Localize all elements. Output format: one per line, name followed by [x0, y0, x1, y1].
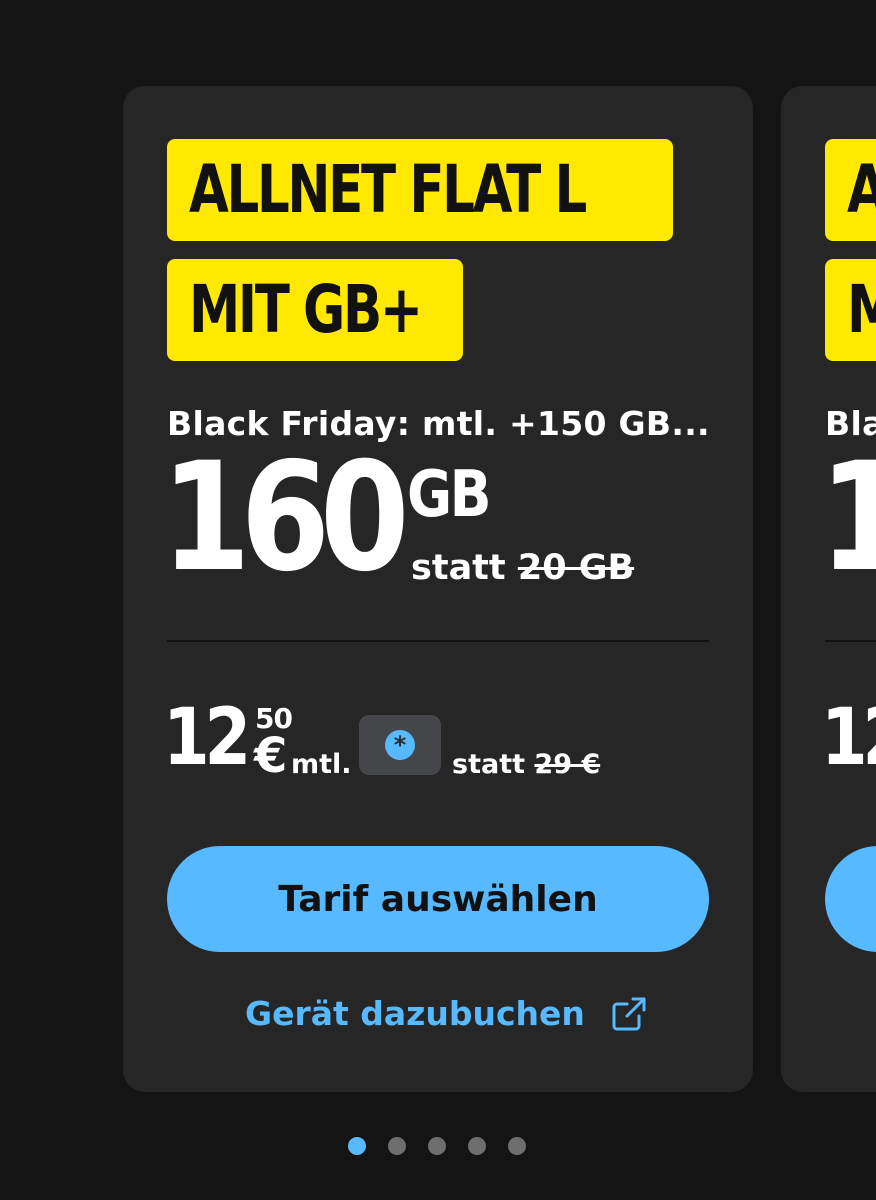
tariff-subtitle-badge: MIT GB+ [167, 259, 463, 361]
carousel-pagination [348, 1137, 526, 1155]
pagination-dot[interactable] [508, 1137, 526, 1155]
data-old-amount: statt 20 GB [411, 548, 634, 588]
tariff-title-line2: MIT GB+ [189, 271, 423, 348]
tariff-title-line1: ALLNET FLAT L [189, 151, 587, 228]
price-period: mtl. [291, 749, 352, 780]
add-device-link[interactable]: Gerät dazubuchen [245, 994, 647, 1033]
asterisk-icon: * [385, 730, 415, 760]
price-old: statt 29 € [452, 749, 600, 780]
next-data-amount: 1 [819, 438, 876, 598]
tariff-carousel[interactable]: ALLNET FLAT L MIT GB+ Black Friday: mtl.… [0, 0, 876, 1200]
price-statt-label: statt [452, 749, 526, 780]
next-tariff-subtitle-badge: M [825, 259, 876, 361]
price-currency: € [254, 728, 288, 784]
next-select-tariff-button[interactable] [825, 846, 876, 952]
next-tariff-title-badge: A [825, 139, 876, 241]
data-amount: 160 [161, 431, 410, 605]
external-link-icon [612, 997, 646, 1030]
next-tariff-title-line1: A [847, 139, 876, 241]
tariff-card: ALLNET FLAT L MIT GB+ Black Friday: mtl.… [123, 86, 753, 1092]
tariff-title-badge: ALLNET FLAT L [167, 139, 673, 241]
price-euros: 12 [163, 693, 251, 783]
pagination-dot[interactable] [468, 1137, 486, 1155]
pagination-dot[interactable] [348, 1137, 366, 1155]
price-info-button[interactable]: * [359, 715, 441, 775]
data-unit: GB [407, 458, 492, 532]
select-tariff-button[interactable]: Tarif auswählen [167, 846, 709, 952]
data-statt-label: statt [411, 548, 506, 588]
price-old-value: 29 € [534, 749, 601, 780]
pagination-dot[interactable] [388, 1137, 406, 1155]
next-tariff-title-line2: M [847, 259, 876, 361]
pagination-dot[interactable] [428, 1137, 446, 1155]
next-tariff-card[interactable]: A M Bla 1 12 [781, 86, 876, 1092]
next-divider [825, 640, 876, 642]
add-device-label: Gerät dazubuchen [245, 994, 585, 1033]
data-old-value: 20 GB [517, 548, 635, 588]
divider [167, 640, 709, 642]
next-price-euros: 12 [821, 693, 876, 783]
